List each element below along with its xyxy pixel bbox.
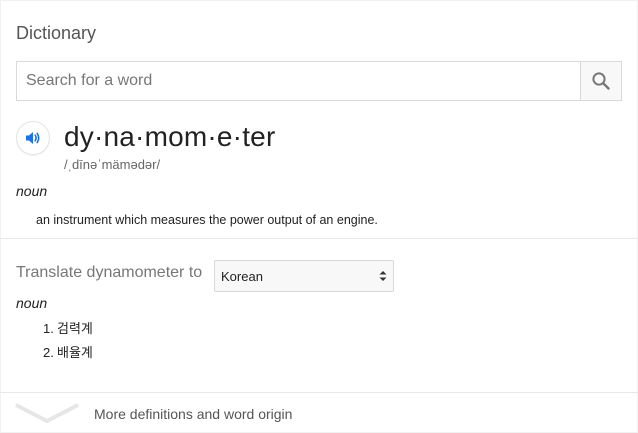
chevron-down-icon — [15, 403, 79, 424]
selected-language: Korean — [221, 268, 263, 284]
speaker-icon — [26, 132, 40, 144]
translate-label: Translate dynamometer to — [16, 264, 203, 281]
translation-text: 검력계 — [57, 321, 93, 336]
translation-text: 배율계 — [57, 345, 93, 360]
more-definitions-button[interactable]: More definitions and word origin — [0, 393, 638, 433]
phonetic-transcription: /ˌdīnəˈmämədər/ — [64, 157, 161, 172]
search-button[interactable] — [580, 62, 621, 100]
section-title: Dictionary — [16, 23, 97, 43]
divider — [0, 238, 638, 239]
translation-part-of-speech: noun — [16, 295, 48, 311]
list-item-number: 2. — [43, 345, 54, 360]
list-item-number: 1. — [43, 321, 54, 336]
pronunciation-audio-button[interactable] — [16, 121, 50, 155]
language-select[interactable]: Korean — [214, 260, 394, 292]
select-arrows-icon — [379, 270, 387, 282]
headword: dy·na·mom·e·ter — [64, 121, 276, 152]
search-icon — [592, 72, 610, 90]
dictionary-card: Dictionary dy·na·mom·e·ter /ˌdīnəˈmämədə… — [0, 0, 638, 433]
part-of-speech: noun — [16, 183, 48, 199]
definition-text: an instrument which measures the power o… — [36, 213, 378, 227]
translation-list: 1. 검력계 2. 배율계 — [43, 320, 93, 368]
list-item: 2. 배율계 — [43, 344, 93, 368]
more-definitions-label: More definitions and word origin — [94, 406, 293, 422]
search-input[interactable] — [17, 62, 580, 100]
search-box — [16, 61, 622, 101]
list-item: 1. 검력계 — [43, 320, 93, 344]
